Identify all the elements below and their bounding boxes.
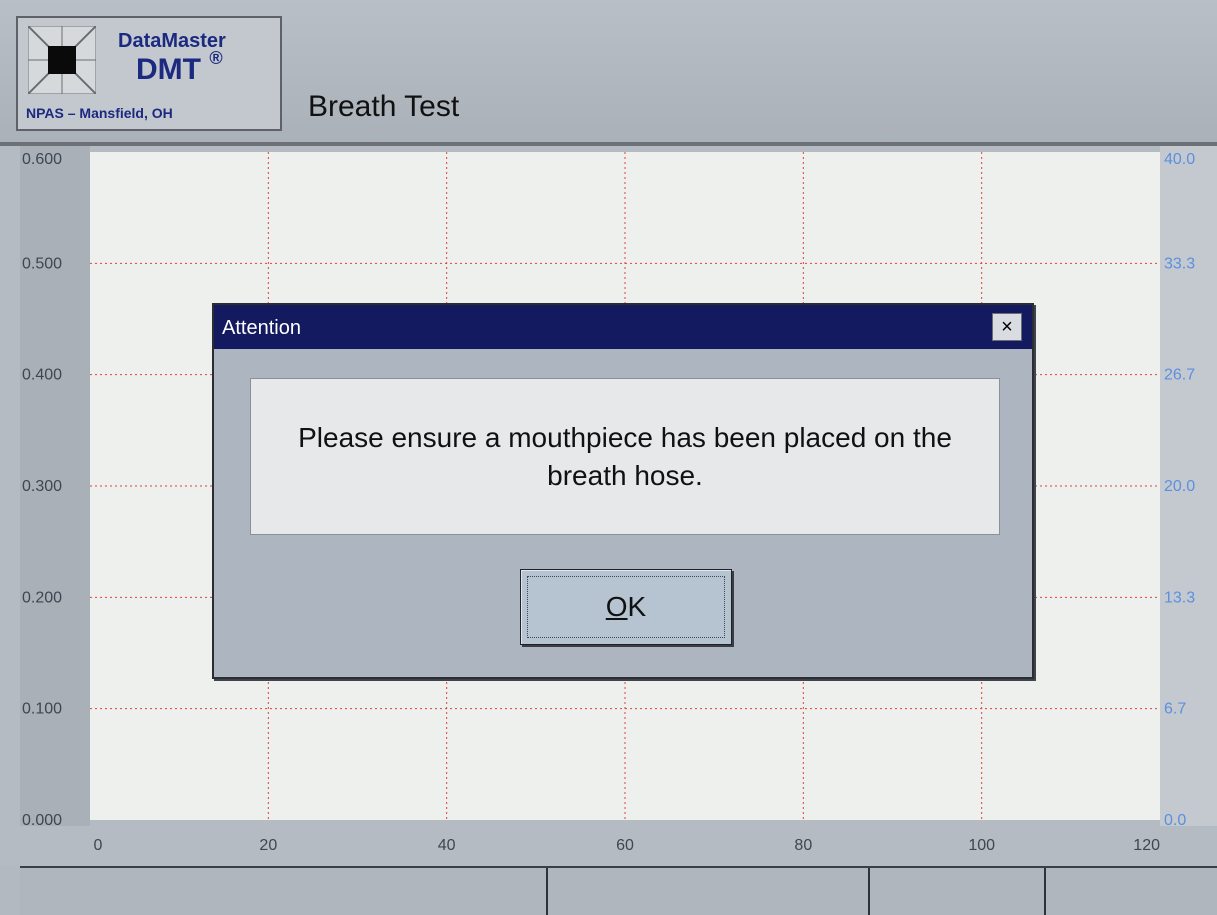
y-right-tick-label: 33.3 bbox=[1164, 255, 1195, 272]
ok-button[interactable]: OK bbox=[520, 569, 732, 645]
y-right-tick-label: 40.0 bbox=[1164, 151, 1195, 168]
y-right-tick-label: 13.3 bbox=[1164, 589, 1195, 606]
y-left-tick-label: 0.100 bbox=[22, 701, 62, 718]
close-button[interactable]: × bbox=[992, 313, 1022, 341]
ok-label-rest: K bbox=[627, 591, 647, 622]
ok-button-label: OK bbox=[606, 591, 646, 623]
y-right-tick-label: 6.7 bbox=[1164, 701, 1186, 718]
y-right-tick-label: 0.0 bbox=[1164, 812, 1186, 829]
y-left-tick-label: 0.300 bbox=[22, 478, 62, 495]
status-cell-3 bbox=[870, 868, 1046, 915]
dialog-titlebar: Attention × bbox=[214, 305, 1032, 349]
ok-mnemonic: O bbox=[605, 591, 628, 622]
status-bar bbox=[20, 866, 1217, 915]
status-cell-2 bbox=[548, 868, 870, 915]
x-tick-label: 40 bbox=[438, 837, 456, 854]
logo: DataMaster DMT ® NPAS – Mansfield, OH bbox=[16, 16, 282, 131]
x-tick-label: 80 bbox=[794, 837, 812, 854]
screen: DataMaster DMT ® NPAS – Mansfield, OH Br… bbox=[0, 0, 1217, 915]
x-tick-label: 0 bbox=[94, 837, 103, 854]
y-right-tick-label: 26.7 bbox=[1164, 367, 1195, 384]
datamaster-logo-icon bbox=[28, 26, 96, 94]
y-left-tick-label: 0.200 bbox=[22, 589, 62, 606]
status-cell-4 bbox=[1046, 868, 1217, 915]
registered-mark: ® bbox=[209, 48, 223, 68]
logo-model-text: DMT bbox=[136, 53, 201, 86]
status-cell-1 bbox=[20, 868, 548, 915]
y-left-tick-label: 0.400 bbox=[22, 367, 62, 384]
attention-dialog: Attention × Please ensure a mouthpiece h… bbox=[212, 303, 1034, 679]
x-tick-label: 60 bbox=[616, 837, 634, 854]
page-title: Breath Test bbox=[308, 90, 460, 123]
y-right-tick-label: 20.0 bbox=[1164, 478, 1195, 495]
x-tick-label: 20 bbox=[259, 837, 277, 854]
y-left-tick-label: 0.600 bbox=[22, 151, 62, 168]
logo-location: NPAS – Mansfield, OH bbox=[26, 105, 173, 121]
close-icon: × bbox=[1001, 316, 1013, 338]
app-header: DataMaster DMT ® NPAS – Mansfield, OH Br… bbox=[0, 0, 1217, 146]
y-left-tick-label: 0.500 bbox=[22, 255, 62, 272]
x-tick-label: 120 bbox=[1133, 837, 1160, 854]
y-left-tick-label: 0.000 bbox=[22, 812, 62, 829]
dialog-title: Attention bbox=[222, 317, 301, 339]
message-panel: Please ensure a mouthpiece has been plac… bbox=[250, 378, 1000, 535]
dialog-message: Please ensure a mouthpiece has been plac… bbox=[298, 421, 952, 491]
x-tick-label: 100 bbox=[968, 837, 995, 854]
logo-model: DMT ® bbox=[136, 48, 223, 87]
